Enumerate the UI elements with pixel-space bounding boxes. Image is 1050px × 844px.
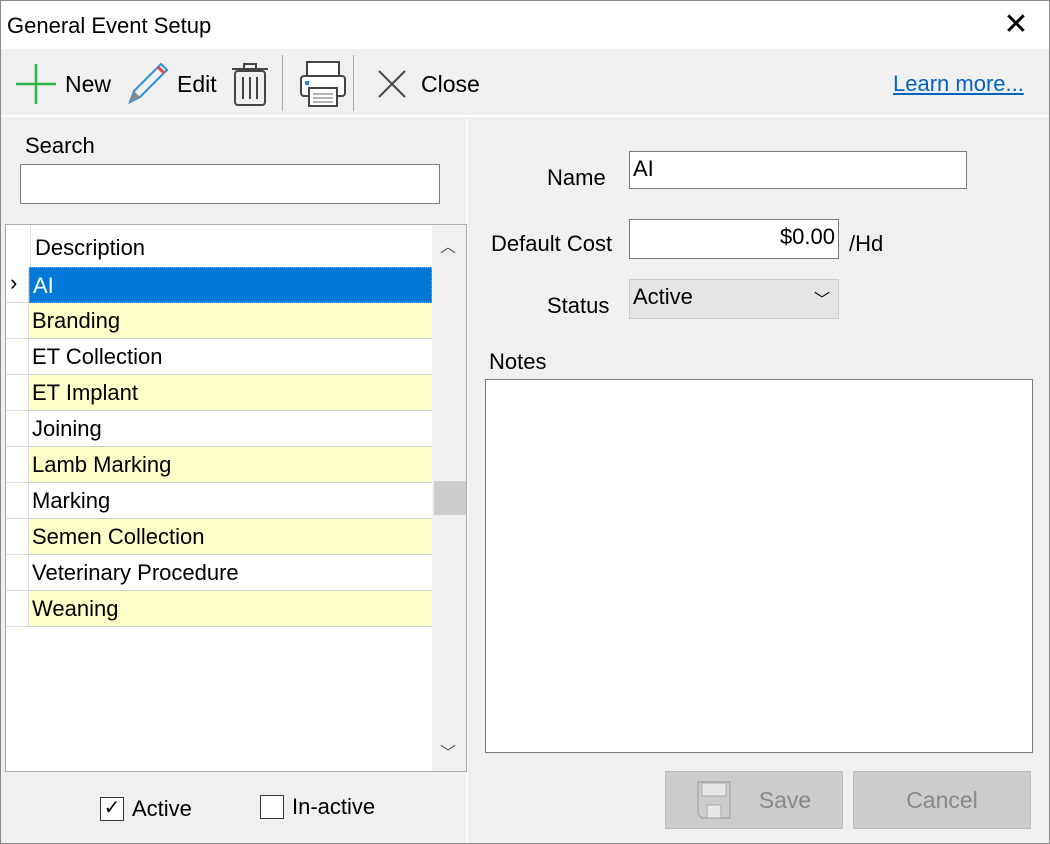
save-icon (697, 781, 731, 819)
new-button[interactable]: New (15, 59, 111, 109)
table-row[interactable]: Branding (6, 303, 432, 339)
row-header[interactable] (6, 447, 29, 483)
description-cell[interactable]: Weaning (29, 591, 432, 627)
description-cell[interactable]: Joining (29, 411, 432, 447)
scroll-thumb[interactable] (434, 481, 466, 515)
event-grid: Description › AI Branding ET Collection ET I… (5, 224, 467, 772)
name-label: Name (547, 165, 606, 190)
close-icon (378, 70, 406, 98)
toolbar: New Edit Close Learn more... (1, 49, 1049, 117)
description-cell[interactable]: ET Collection (29, 339, 432, 375)
edit-label: Edit (177, 70, 217, 97)
name-input[interactable]: AI (629, 151, 967, 189)
scroll-down-icon[interactable]: ﹀ (440, 739, 456, 763)
cost-unit-label: /Hd (849, 231, 884, 256)
description-cell[interactable]: Veterinary Procedure (29, 555, 432, 591)
table-row[interactable]: Marking (6, 483, 432, 519)
title-bar: General Event Setup ✕ (1, 1, 1049, 49)
search-label: Search (25, 133, 95, 158)
row-header[interactable] (6, 411, 29, 447)
trash-icon (232, 63, 268, 106)
table-row[interactable]: Weaning (6, 591, 432, 627)
inactive-checkbox[interactable]: In-active (260, 794, 375, 820)
pencil-icon (128, 62, 169, 105)
save-button[interactable]: Save (665, 771, 843, 829)
chevron-down-icon: ﹀ (813, 292, 830, 309)
window-close-button[interactable]: ✕ (996, 5, 1036, 45)
status-dropdown[interactable]: Active ﹀ (629, 279, 839, 319)
description-cell[interactable]: Marking (29, 483, 432, 519)
notes-label: Notes (489, 349, 547, 374)
table-row[interactable]: Veterinary Procedure (6, 555, 432, 591)
description-cell[interactable]: ET Implant (29, 375, 432, 411)
plus-icon (16, 64, 56, 104)
row-header[interactable] (6, 591, 29, 627)
row-header[interactable] (6, 483, 29, 519)
table-row[interactable]: Lamb Marking (6, 447, 432, 483)
learn-more-link[interactable]: Learn more... (893, 71, 1024, 97)
description-cell[interactable]: Branding (29, 303, 432, 339)
checkbox-box[interactable] (260, 795, 284, 819)
active-checkbox[interactable]: ✓ Active (100, 796, 192, 822)
status-label: Status (547, 293, 610, 318)
scroll-up-icon[interactable]: ︿ (440, 233, 456, 257)
row-header[interactable] (6, 339, 29, 375)
dialog-window: General Event Setup ✕ New Edit Close Lea… (0, 0, 1050, 844)
current-row-icon: › (10, 270, 18, 295)
row-header[interactable] (6, 375, 29, 411)
delete-button[interactable] (231, 59, 269, 109)
description-cell[interactable]: AI (29, 267, 432, 303)
search-input[interactable] (20, 164, 440, 204)
table-row[interactable]: › AI (6, 267, 432, 303)
detail-panel: Name AI Default Cost $0.00 /Hd Status Ac… (470, 119, 1050, 843)
table-row[interactable]: Semen Collection (6, 519, 432, 555)
table-row[interactable]: Joining (6, 411, 432, 447)
row-header[interactable]: › (6, 267, 29, 303)
row-header[interactable] (6, 519, 29, 555)
save-label: Save (758, 786, 812, 813)
description-cell[interactable]: Semen Collection (29, 519, 432, 555)
list-panel: Search Description › AI Branding ET Collect… (1, 119, 468, 843)
inactive-label: In-active (292, 794, 376, 819)
default-cost-input[interactable]: $0.00 (629, 219, 839, 259)
row-header[interactable] (6, 555, 29, 591)
status-value: Active (633, 284, 693, 309)
edit-button[interactable]: Edit (125, 59, 217, 109)
close-button[interactable]: Close (377, 59, 480, 109)
toolbar-separator (282, 55, 283, 111)
toolbar-separator (353, 55, 354, 111)
row-header[interactable] (6, 303, 29, 339)
new-label: New (65, 70, 112, 97)
description-cell[interactable]: Lamb Marking (29, 447, 432, 483)
table-row[interactable]: ET Collection (6, 339, 432, 375)
print-button[interactable] (299, 59, 347, 109)
column-header-description[interactable]: Description (30, 225, 432, 267)
notes-textarea[interactable] (485, 379, 1033, 753)
printer-icon (300, 61, 346, 107)
default-cost-label: Default Cost (491, 231, 613, 256)
active-label: Active (132, 796, 192, 821)
close-label: Close (421, 70, 480, 97)
checkbox-box[interactable]: ✓ (100, 797, 124, 821)
filter-bar: ✓ Active In-active (1, 772, 468, 842)
cancel-button[interactable]: Cancel (853, 771, 1031, 829)
table-row[interactable]: ET Implant (6, 375, 432, 411)
vertical-scrollbar[interactable]: ︿ ﹀ (432, 225, 466, 771)
window-title: General Event Setup (7, 13, 212, 38)
